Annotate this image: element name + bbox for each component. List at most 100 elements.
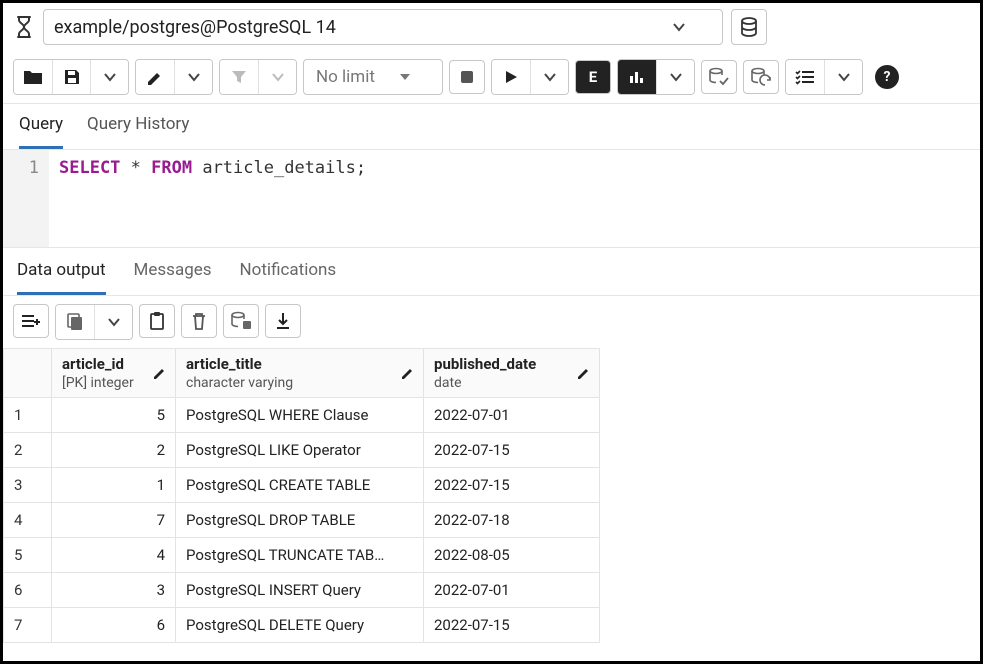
download-button[interactable]: [265, 304, 301, 338]
table-row[interactable]: 47PostgreSQL DROP TABLE2022-07-18: [4, 503, 600, 538]
row-number-header: [4, 349, 52, 398]
cell-article-id[interactable]: 1: [52, 468, 176, 503]
copy-button[interactable]: [56, 305, 94, 339]
chevron-down-icon: [838, 71, 850, 83]
commit-button[interactable]: [701, 60, 737, 94]
column-header-article-id[interactable]: article_id [PK] integer: [52, 349, 176, 398]
table-row[interactable]: 22PostgreSQL LIKE Operator2022-07-15: [4, 433, 600, 468]
save-dropdown[interactable]: [90, 60, 128, 94]
chevron-down-icon: [670, 71, 682, 83]
sql-text: article_details;: [192, 158, 366, 178]
cell-article-id[interactable]: 2: [52, 433, 176, 468]
add-row-button[interactable]: [13, 304, 49, 338]
stop-button[interactable]: [449, 60, 485, 94]
cell-published-date[interactable]: 2022-07-15: [424, 608, 600, 643]
paste-button[interactable]: [139, 304, 175, 338]
editor-gutter: 1: [3, 150, 49, 247]
bar-chart-icon: [628, 70, 646, 84]
pencil-icon[interactable]: [577, 366, 591, 380]
row-number: 1: [4, 398, 52, 433]
question-icon: ?: [875, 65, 899, 89]
column-header-published-date[interactable]: published_date date: [424, 349, 600, 398]
cell-published-date[interactable]: 2022-07-01: [424, 398, 600, 433]
save-data-button[interactable]: [223, 304, 259, 338]
editor-content[interactable]: SELECT * FROM article_details;: [49, 150, 376, 247]
macros-button[interactable]: [786, 60, 824, 94]
cell-published-date[interactable]: 2022-07-01: [424, 573, 600, 608]
table-row[interactable]: 15PostgreSQL WHERE Clause2022-07-01: [4, 398, 600, 433]
col-name: published_date: [434, 355, 589, 373]
col-name: article_title: [186, 355, 413, 373]
tab-query-history[interactable]: Query History: [87, 104, 189, 149]
analyze-button[interactable]: [618, 60, 656, 94]
help-button[interactable]: ?: [869, 60, 905, 94]
chevron-down-icon: [544, 71, 556, 83]
db-save-icon: [230, 311, 252, 331]
rollback-button[interactable]: [743, 60, 779, 94]
cell-published-date[interactable]: 2022-08-05: [424, 538, 600, 573]
explain-button[interactable]: E: [575, 60, 611, 94]
row-number: 3: [4, 468, 52, 503]
row-number: 5: [4, 538, 52, 573]
chevron-down-icon: [108, 316, 120, 328]
cell-published-date[interactable]: 2022-07-15: [424, 433, 600, 468]
table-row[interactable]: 63PostgreSQL INSERT Query2022-07-01: [4, 573, 600, 608]
output-tabs: Data output Messages Notifications: [3, 248, 980, 296]
output-toolbar: [3, 296, 980, 348]
database-icon: [739, 17, 759, 37]
pencil-icon[interactable]: [153, 366, 167, 380]
run-button[interactable]: [492, 60, 530, 94]
tab-notifications[interactable]: Notifications: [240, 248, 337, 295]
filter-icon: [230, 68, 248, 86]
save-icon: [63, 68, 81, 86]
tab-data-output[interactable]: Data output: [17, 248, 106, 295]
row-limit-select[interactable]: No limit: [303, 59, 443, 95]
cell-article-title[interactable]: PostgreSQL INSERT Query: [176, 573, 424, 608]
cell-article-title[interactable]: PostgreSQL WHERE Clause: [176, 398, 424, 433]
tab-query[interactable]: Query: [19, 104, 63, 149]
cell-article-title[interactable]: PostgreSQL DELETE Query: [176, 608, 424, 643]
copy-dropdown[interactable]: [94, 305, 132, 339]
folder-icon: [23, 68, 43, 86]
open-button[interactable]: [14, 60, 52, 94]
cell-article-id[interactable]: 5: [52, 398, 176, 433]
column-header-article-title[interactable]: article_title character varying: [176, 349, 424, 398]
table-row[interactable]: 31PostgreSQL CREATE TABLE2022-07-15: [4, 468, 600, 503]
cell-article-id[interactable]: 6: [52, 608, 176, 643]
connection-select[interactable]: example/postgres@PostgreSQL 14: [43, 9, 723, 45]
macros-dropdown[interactable]: [824, 60, 862, 94]
table-row[interactable]: 54PostgreSQL TRUNCATE TAB…2022-08-05: [4, 538, 600, 573]
save-button[interactable]: [52, 60, 90, 94]
col-type: character varying: [186, 375, 293, 391]
cell-article-id[interactable]: 4: [52, 538, 176, 573]
tab-messages[interactable]: Messages: [134, 248, 212, 295]
cell-article-title[interactable]: PostgreSQL DROP TABLE: [176, 503, 424, 538]
cell-article-id[interactable]: 7: [52, 503, 176, 538]
chevron-down-icon: [104, 71, 116, 83]
sql-editor[interactable]: 1 SELECT * FROM article_details;: [3, 150, 980, 248]
row-number: 4: [4, 503, 52, 538]
analyze-dropdown[interactable]: [656, 60, 694, 94]
cell-article-id[interactable]: 3: [52, 573, 176, 608]
cell-article-title[interactable]: PostgreSQL LIKE Operator: [176, 433, 424, 468]
cell-article-title[interactable]: PostgreSQL TRUNCATE TAB…: [176, 538, 424, 573]
delete-row-button[interactable]: [181, 304, 217, 338]
col-type: [PK] integer: [62, 375, 134, 391]
edit-dropdown[interactable]: [174, 60, 212, 94]
download-icon: [275, 312, 291, 330]
table-row[interactable]: 76PostgreSQL DELETE Query2022-07-15: [4, 608, 600, 643]
filter-button[interactable]: [220, 60, 258, 94]
row-limit-label: No limit: [316, 67, 375, 87]
results-table: article_id [PK] integer article_title ch…: [3, 348, 600, 643]
run-dropdown[interactable]: [530, 60, 568, 94]
database-button[interactable]: [731, 9, 767, 45]
sql-text: *: [120, 158, 151, 178]
filter-dropdown[interactable]: [258, 60, 296, 94]
cell-article-title[interactable]: PostgreSQL CREATE TABLE: [176, 468, 424, 503]
cell-published-date[interactable]: 2022-07-18: [424, 503, 600, 538]
row-number: 6: [4, 573, 52, 608]
pencil-icon[interactable]: [401, 366, 415, 380]
cell-published-date[interactable]: 2022-07-15: [424, 468, 600, 503]
chevron-down-icon: [672, 20, 686, 34]
edit-button[interactable]: [136, 60, 174, 94]
